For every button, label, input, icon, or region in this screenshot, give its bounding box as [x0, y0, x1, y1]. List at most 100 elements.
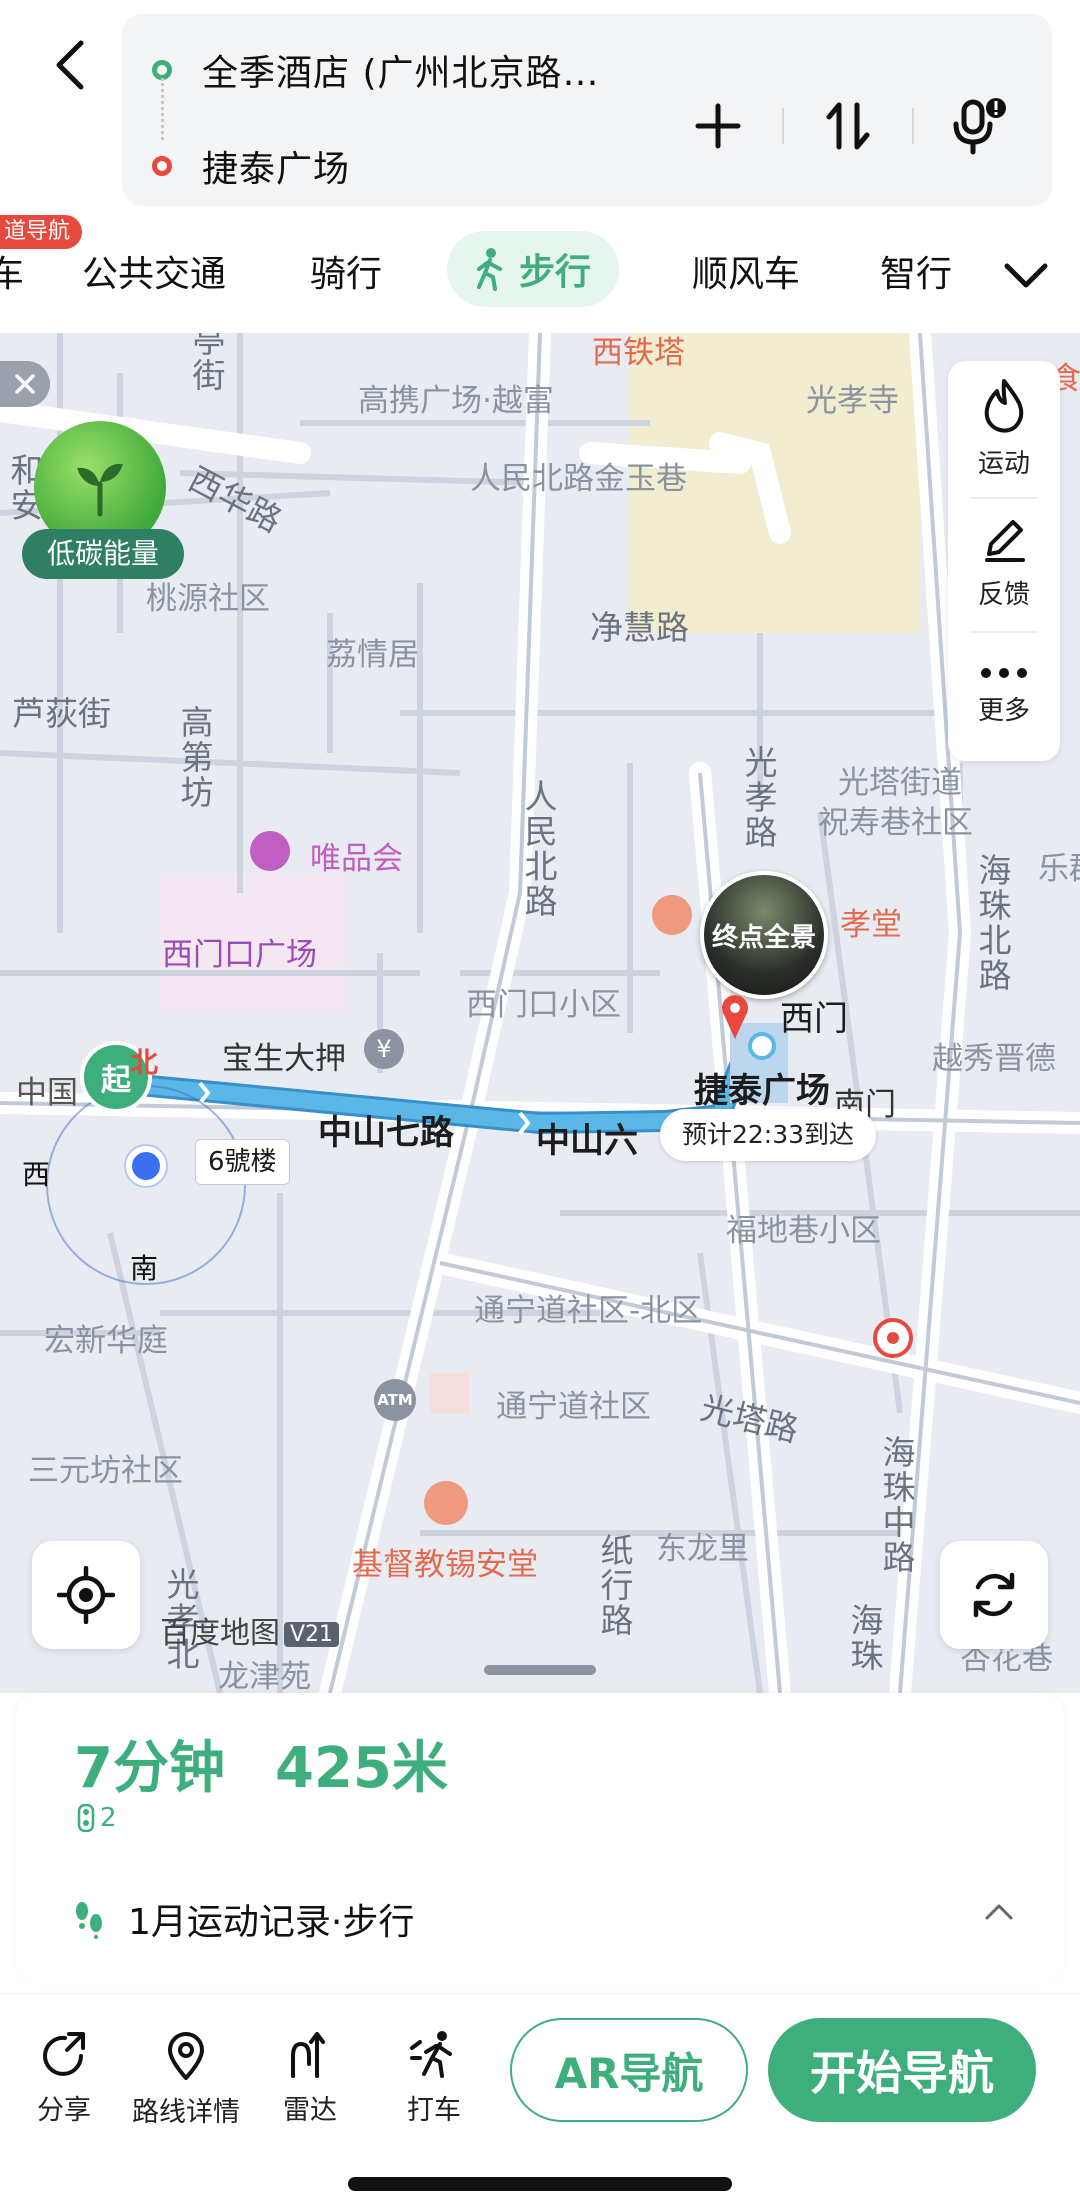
refresh-route-button[interactable] [940, 1541, 1048, 1649]
poi-label: 光塔街道 [838, 765, 962, 801]
sport-button[interactable]: 运动 [948, 363, 1060, 493]
poi-label: 东龙里 [656, 1531, 749, 1567]
destination-pin-icon [722, 995, 748, 1039]
taxi-walker-icon [410, 2031, 452, 2078]
map-brand: 百度地图 V21 [160, 1608, 340, 1652]
route-detail-label: 路线详情 [132, 2097, 240, 2128]
destination-text: 捷泰广场 [202, 149, 351, 190]
compass-west: 西 [22, 1158, 51, 1191]
road-label: 人民北路 [519, 779, 558, 919]
route-header: 全季酒店 (广州北京路… 捷泰广场 [0, 0, 1080, 215]
radar-button[interactable]: 雷达 [250, 2030, 370, 2127]
divider [782, 108, 784, 144]
poi-label: 宏新华庭 [44, 1323, 168, 1359]
location-pin-icon [168, 2032, 204, 2080]
destination-panorama-button[interactable]: 终点全景 [700, 871, 828, 999]
destination-row[interactable]: 捷泰广场 [152, 140, 350, 192]
poi-label: 祝寿巷社区 [818, 805, 973, 841]
map-side-panel: 运动 反馈 更多 [948, 361, 1060, 761]
poi-label: 西门口小区 [466, 987, 621, 1023]
poi-label: 高携广场·越富 [358, 383, 554, 419]
poi-label: 通宁道社区 [496, 1389, 651, 1425]
feedback-button[interactable]: 反馈 [948, 497, 1060, 627]
poi-label: 唯品会 [310, 841, 403, 877]
brand-text: 百度地图 [160, 1616, 280, 1651]
close-icon [15, 374, 35, 394]
add-waypoint-button[interactable] [678, 86, 758, 166]
destination-label: 捷泰广场 [694, 1071, 830, 1111]
road-label: 人民北路金玉巷 [470, 461, 687, 497]
traffic-lights: 2 [76, 1803, 117, 1833]
compass-north: 北 [130, 1046, 159, 1079]
back-button[interactable] [40, 30, 100, 100]
share-button[interactable]: 分享 [4, 2030, 124, 2127]
exercise-record-row[interactable]: 1月运动记录·步行 [72, 1893, 414, 1945]
road-label: 芦荻街 [12, 694, 111, 733]
sport-label: 运动 [977, 448, 1030, 479]
back-icon [56, 40, 84, 90]
flame-icon [984, 378, 1024, 433]
poi-label: 桃源社区 [146, 581, 270, 617]
eco-label: 低碳能量 [22, 529, 184, 579]
refresh-icon [973, 1572, 1015, 1618]
share-icon [43, 2032, 85, 2076]
road-label: 海珠 [845, 1603, 884, 1673]
more-button[interactable]: 更多 [948, 631, 1060, 761]
traffic-light-icon [77, 1804, 95, 1832]
tab-walking[interactable]: 步行 [447, 231, 620, 307]
taxi-button[interactable]: 打车 [374, 2030, 494, 2127]
taxi-label: 打车 [407, 2095, 461, 2126]
tab-cycling[interactable]: 骑行 [310, 245, 382, 297]
sheet-handle[interactable] [484, 1665, 596, 1675]
poi-label: 基督教锡安堂 [352, 1547, 538, 1583]
poi-label: 西门口广场 [162, 937, 317, 973]
poi-label: 光孝寺 [806, 383, 899, 419]
gate-label: 西门 [780, 999, 848, 1039]
map-view[interactable]: 西铁塔 高携广场·越富 光孝寺 食 人民北路金玉巷 西华路 和安 亭街 桃源社区… [0, 333, 1080, 1693]
shopping-icon [250, 831, 290, 871]
low-carbon-energy-widget[interactable]: 低碳能量 [22, 421, 184, 579]
chevron-down-icon [1004, 263, 1048, 288]
road-label: 海珠中路 [877, 1435, 916, 1575]
tab-car[interactable]: 车 [0, 245, 24, 297]
chevron-up-icon[interactable] [984, 1903, 1014, 1921]
traffic-light-count: 2 [100, 1803, 117, 1833]
voice-button[interactable] [938, 86, 1018, 166]
route-summary-card[interactable]: 7分钟 425米 2 1月运动记录·步行 [16, 1693, 1064, 1983]
locate-button[interactable] [32, 1541, 140, 1649]
radar-icon [291, 2032, 325, 2078]
route-summary: 7分钟 425米 [74, 1723, 448, 1804]
walk-icon [477, 248, 502, 291]
brand-version: V21 [284, 1622, 340, 1647]
route-connector [161, 78, 164, 140]
start-navigation-button[interactable]: 开始导航 [768, 2018, 1036, 2122]
route-detail-button[interactable]: 路线详情 [126, 2030, 246, 2129]
footprint-icon [76, 1902, 102, 1939]
transport-mode-tabs: 道导航 车 公共交通 骑行 步行 顺风车 智行 [0, 215, 1080, 333]
destination-dot-icon [152, 156, 172, 176]
swap-icon [826, 102, 870, 150]
road-label: 纸行路 [595, 1533, 634, 1638]
road-label: 中山七路 [318, 1113, 454, 1153]
route-summary-sheet: 7分钟 425米 2 1月运动记录·步行 [0, 1665, 1080, 1993]
mic-icon [953, 98, 1006, 155]
swap-button[interactable] [808, 86, 888, 166]
road-label: 海珠北路 [973, 853, 1012, 993]
origin-dot-icon [152, 60, 172, 80]
divider [912, 108, 914, 144]
road-label: 光孝路 [739, 745, 778, 850]
tab-carpool[interactable]: 顺风车 [692, 245, 800, 297]
tab-smart-trip[interactable]: 智行 [880, 245, 952, 297]
poi-label: 越秀晋德 [932, 1041, 1056, 1077]
road-label: 净慧路 [590, 608, 689, 647]
origin-row[interactable]: 全季酒店 (广州北京路… [152, 44, 600, 96]
church-icon [424, 1481, 468, 1525]
building-tag: 6號楼 [195, 1139, 290, 1185]
tab-public-transit[interactable]: 公共交通 [82, 245, 226, 297]
ar-navigation-button[interactable]: AR导航 [510, 2018, 748, 2122]
pencil-icon [985, 519, 1025, 562]
more-modes-button[interactable] [996, 245, 1056, 305]
bottom-action-bar: 分享 路线详情 雷达 打车 AR导航 开始导航 [0, 1993, 1080, 2209]
home-indicator[interactable] [348, 2177, 732, 2191]
close-eco-button[interactable] [0, 361, 50, 407]
